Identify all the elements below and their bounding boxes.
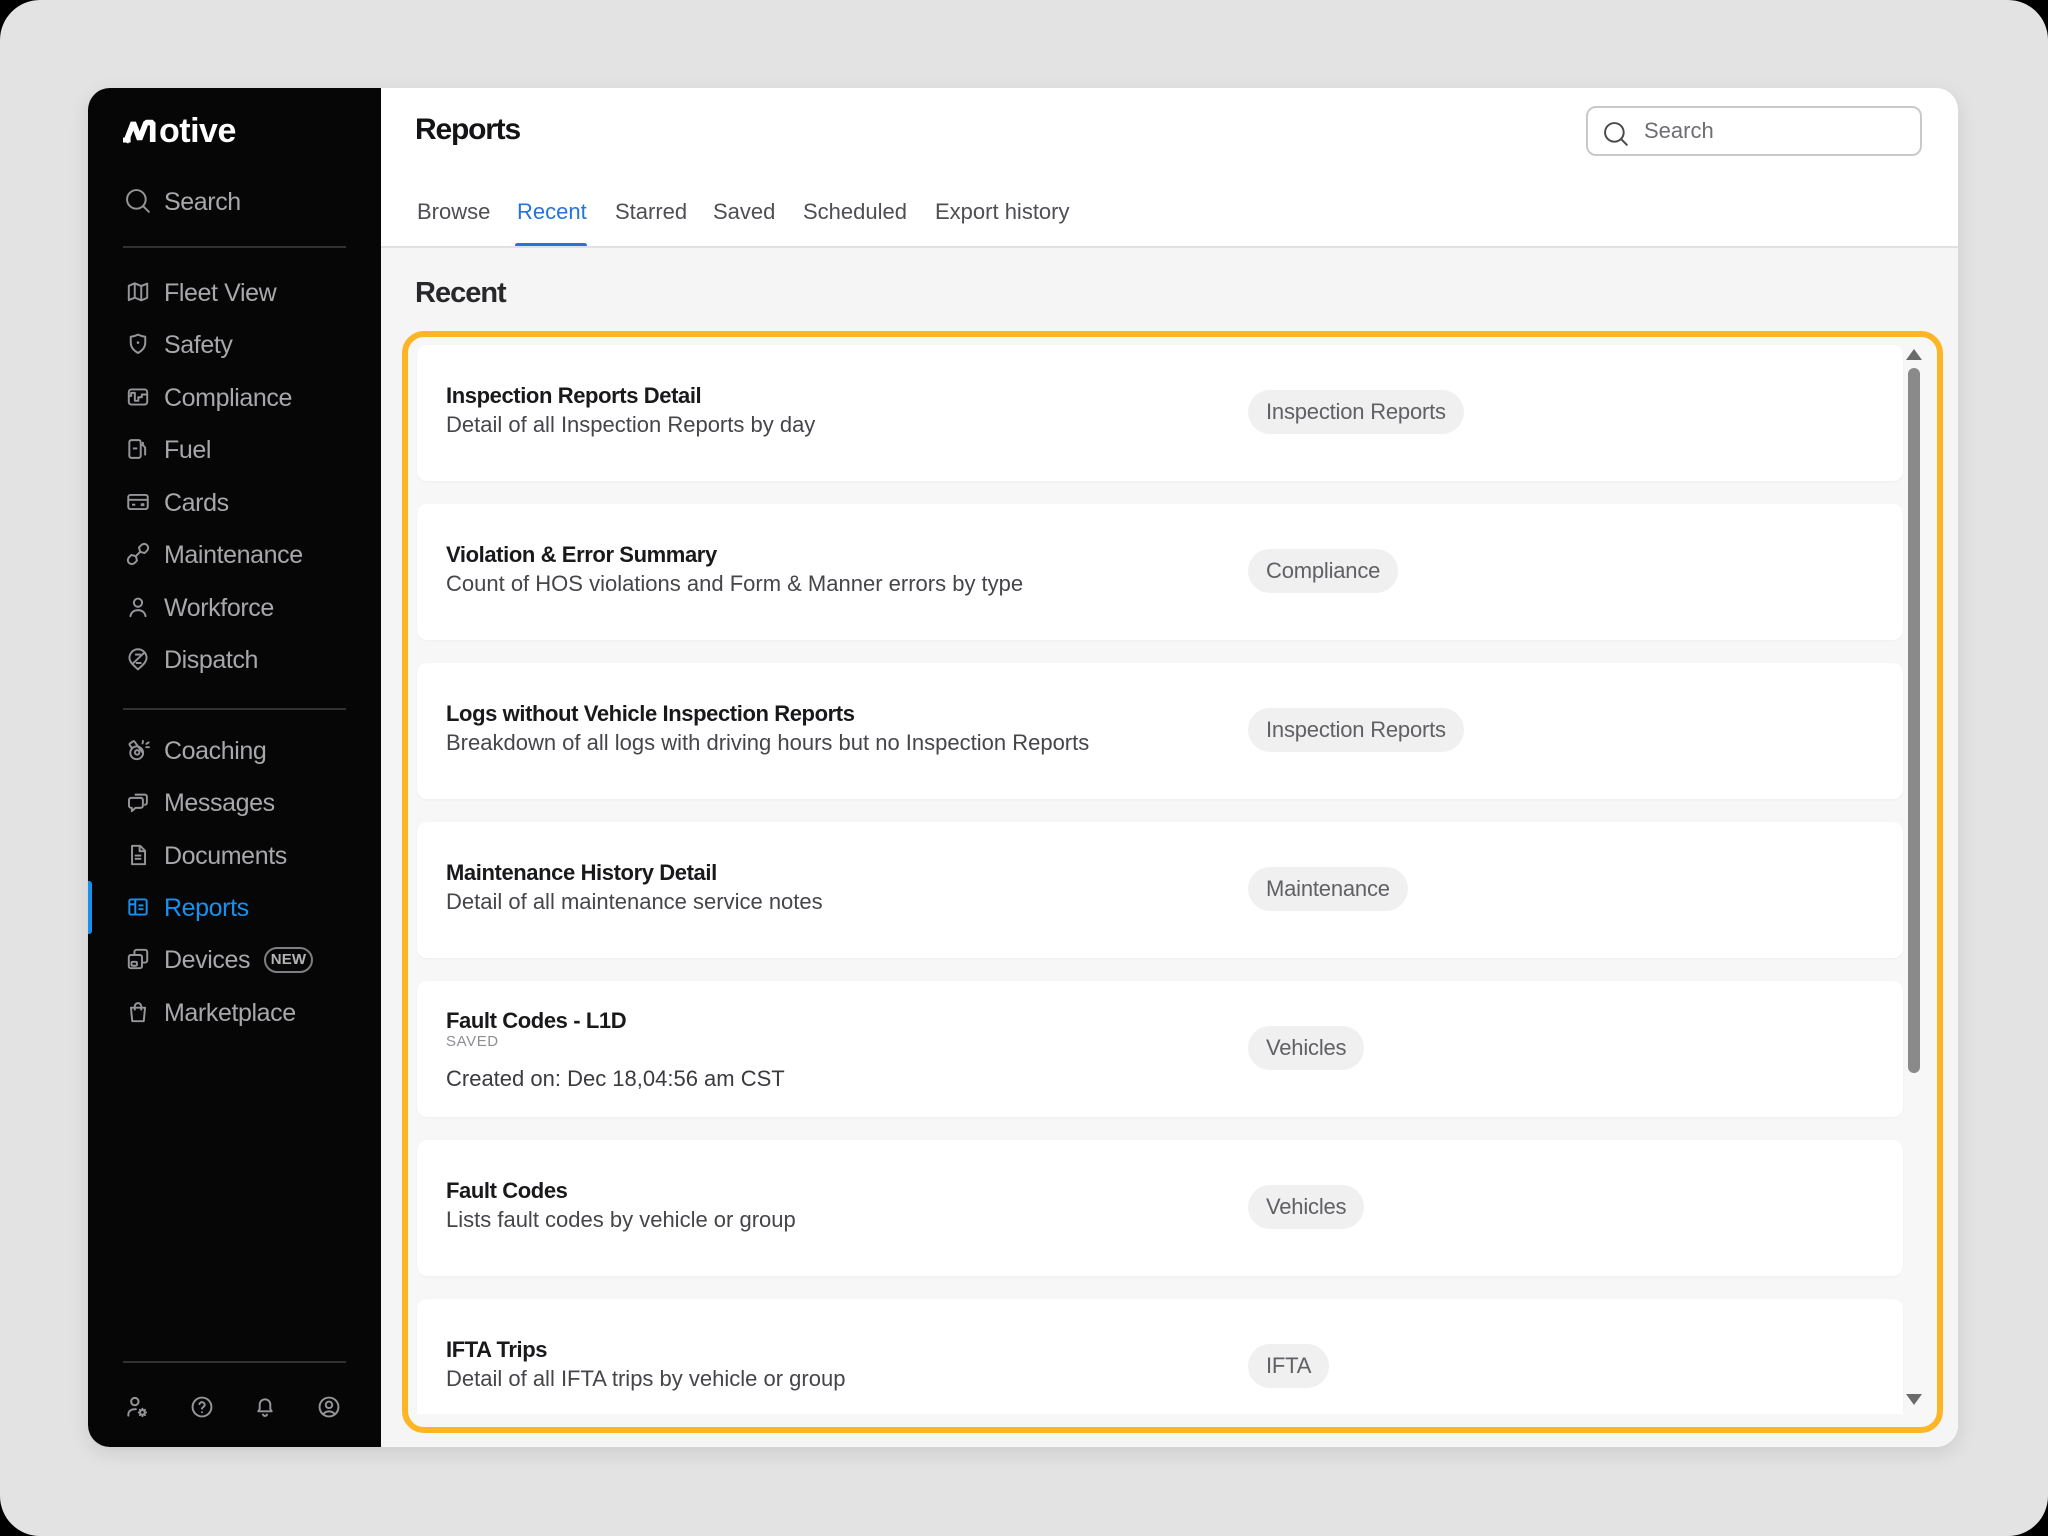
svg-text:otive: otive bbox=[159, 112, 236, 150]
